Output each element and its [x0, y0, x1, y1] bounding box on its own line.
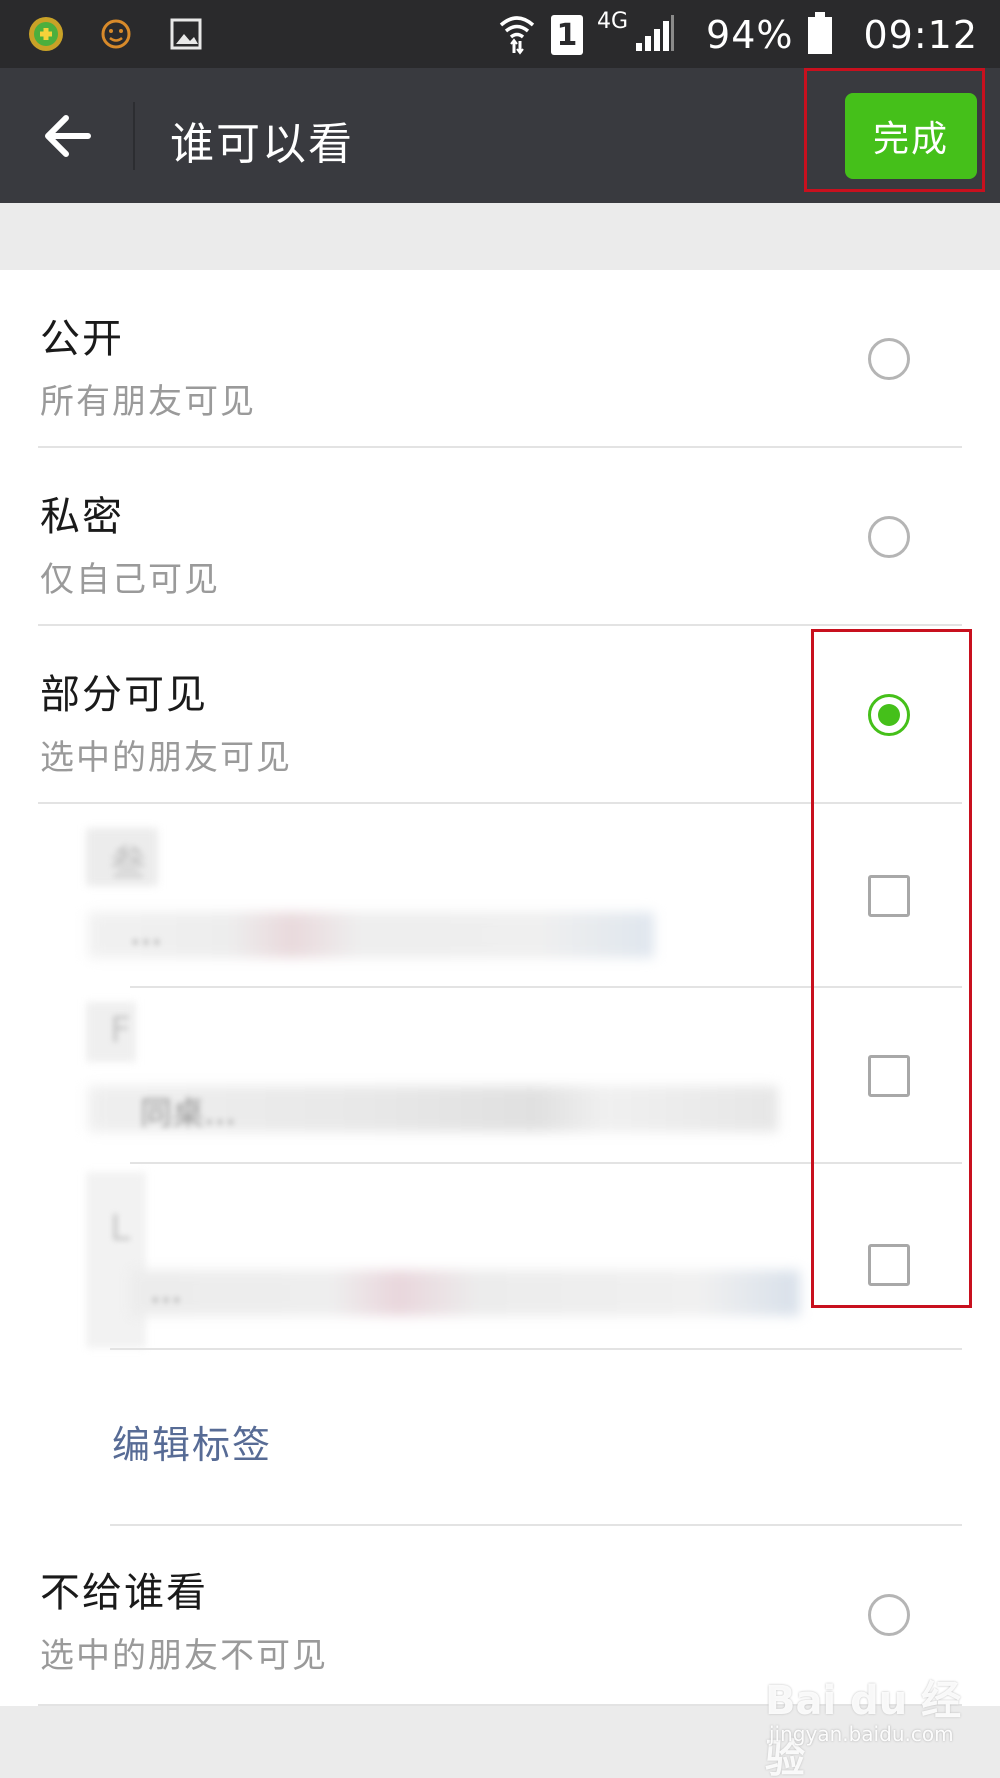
screen: 1 4G 94% 09:12 谁可以看 完成 公开 所有朋友可见 私密 仅自己可…: [0, 0, 1000, 1778]
back-arrow-icon: [45, 115, 91, 157]
qihoo-360-icon: [26, 14, 66, 54]
sim-icon: 1: [550, 15, 583, 55]
face-icon: [96, 14, 136, 54]
tag-name: 叁: [110, 843, 147, 884]
back-button[interactable]: [36, 106, 100, 166]
radio-button[interactable]: [868, 338, 910, 380]
baidu-watermark: Bai du 经验 jingyan.baidu.com: [765, 1668, 965, 1778]
tag-avatar-blur: [86, 1172, 146, 1348]
tag-members: …: [130, 914, 162, 952]
watermark-url: jingyan.baidu.com: [769, 1722, 954, 1746]
tag-name: F: [110, 1010, 131, 1051]
tag-members-blur: [88, 912, 654, 958]
radio-button[interactable]: [868, 516, 910, 558]
image-icon: [166, 14, 206, 54]
option-private[interactable]: 私密 仅自己可见: [0, 448, 1000, 626]
tag-members: …: [150, 1272, 182, 1310]
option-title: 部分可见: [40, 672, 208, 718]
signal-icon: [634, 13, 676, 57]
tag-members-blur: [130, 1270, 800, 1316]
option-subtitle: 选中的朋友可见: [40, 738, 292, 778]
tag-name: L: [110, 1208, 131, 1249]
battery-icon: [807, 11, 833, 59]
notification-icons: [26, 14, 206, 54]
done-highlight-box: [804, 68, 985, 192]
wifi-icon: [497, 11, 537, 59]
option-title: 不给谁看: [40, 1570, 208, 1616]
option-subtitle: 选中的朋友不可见: [40, 1636, 328, 1676]
status-bar: 1 4G 94% 09:12: [0, 0, 1000, 68]
radio-button[interactable]: [868, 1594, 910, 1636]
selection-highlight-box: [811, 629, 972, 1308]
option-subtitle: 仅自己可见: [40, 560, 220, 600]
option-title: 私密: [40, 494, 124, 540]
option-subtitle: 所有朋友可见: [40, 382, 256, 422]
sim-number: 1: [556, 17, 578, 53]
title-divider: [133, 102, 135, 170]
edit-tags-link[interactable]: 编辑标签: [112, 1414, 272, 1469]
system-status: 1 4G 94% 09:12: [497, 8, 978, 62]
page-title: 谁可以看: [170, 119, 354, 170]
option-title: 公开: [40, 316, 124, 362]
clock: 09:12: [863, 13, 978, 57]
battery-percent: 94%: [706, 13, 794, 57]
edit-tags-row[interactable]: 编辑标签: [0, 1350, 1000, 1526]
tag-members: 同桌…: [140, 1094, 237, 1132]
network-type: 4G: [596, 8, 629, 34]
option-public[interactable]: 公开 所有朋友可见: [0, 270, 1000, 448]
